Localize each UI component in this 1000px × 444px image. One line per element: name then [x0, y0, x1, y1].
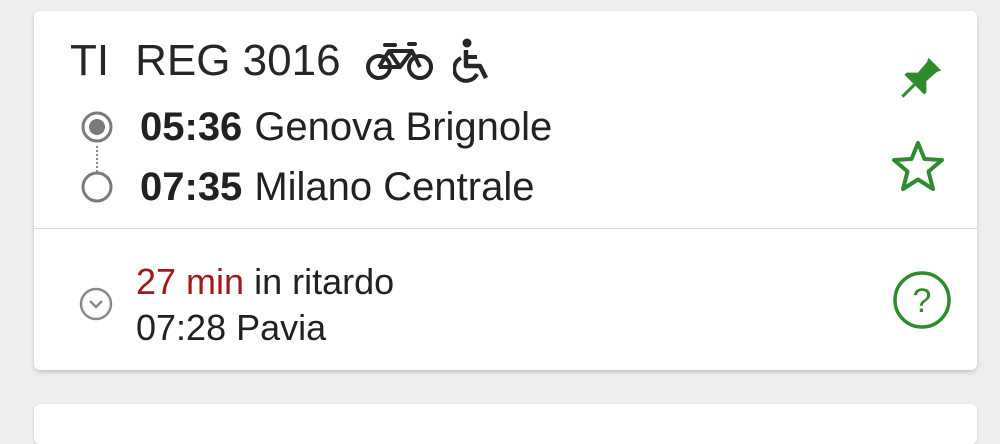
departure-time: 05:36	[140, 104, 243, 149]
pin-icon	[893, 52, 947, 111]
last-seen-line: 07:28 Pavia	[136, 305, 394, 351]
delay-line: 27 min in ritardo	[136, 259, 394, 305]
train-number: REG 3016	[135, 36, 341, 85]
arrival-stop: 07:35 Milano Centrale	[80, 163, 534, 211]
departure-station: Genova Brignole	[254, 104, 553, 149]
next-train-card[interactable]	[34, 404, 977, 444]
train-card[interactable]: TI REG 3016 05:36 Genova Brignole 07:35 …	[34, 11, 977, 370]
card-divider	[34, 228, 977, 229]
last-seen-time: 07:28	[136, 307, 227, 348]
favorite-button[interactable]	[886, 137, 950, 201]
star-outline-icon	[889, 139, 947, 200]
arrival-time: 07:35	[140, 164, 243, 209]
delay-status: 27 min in ritardo 07:28 Pavia	[136, 259, 394, 351]
delay-value: 27 min	[136, 261, 245, 302]
svg-text:?: ?	[913, 282, 932, 320]
departure-stop: 05:36 Genova Brignole	[80, 103, 552, 151]
wheelchair-icon	[452, 38, 493, 84]
arrival-station: Milano Centrale	[254, 164, 535, 209]
train-header: TI REG 3016	[70, 33, 509, 89]
help-circle-icon: ?	[891, 269, 953, 336]
clock-icon	[78, 286, 114, 327]
help-button[interactable]: ?	[890, 270, 954, 334]
delay-suffix: in ritardo	[254, 261, 395, 302]
bicycle-icon	[365, 40, 435, 82]
pin-button[interactable]	[890, 51, 950, 111]
train-category: TI	[70, 36, 110, 85]
last-seen-station: Pavia	[236, 307, 327, 348]
filled-radio-icon	[80, 110, 114, 144]
empty-radio-icon	[80, 170, 114, 204]
